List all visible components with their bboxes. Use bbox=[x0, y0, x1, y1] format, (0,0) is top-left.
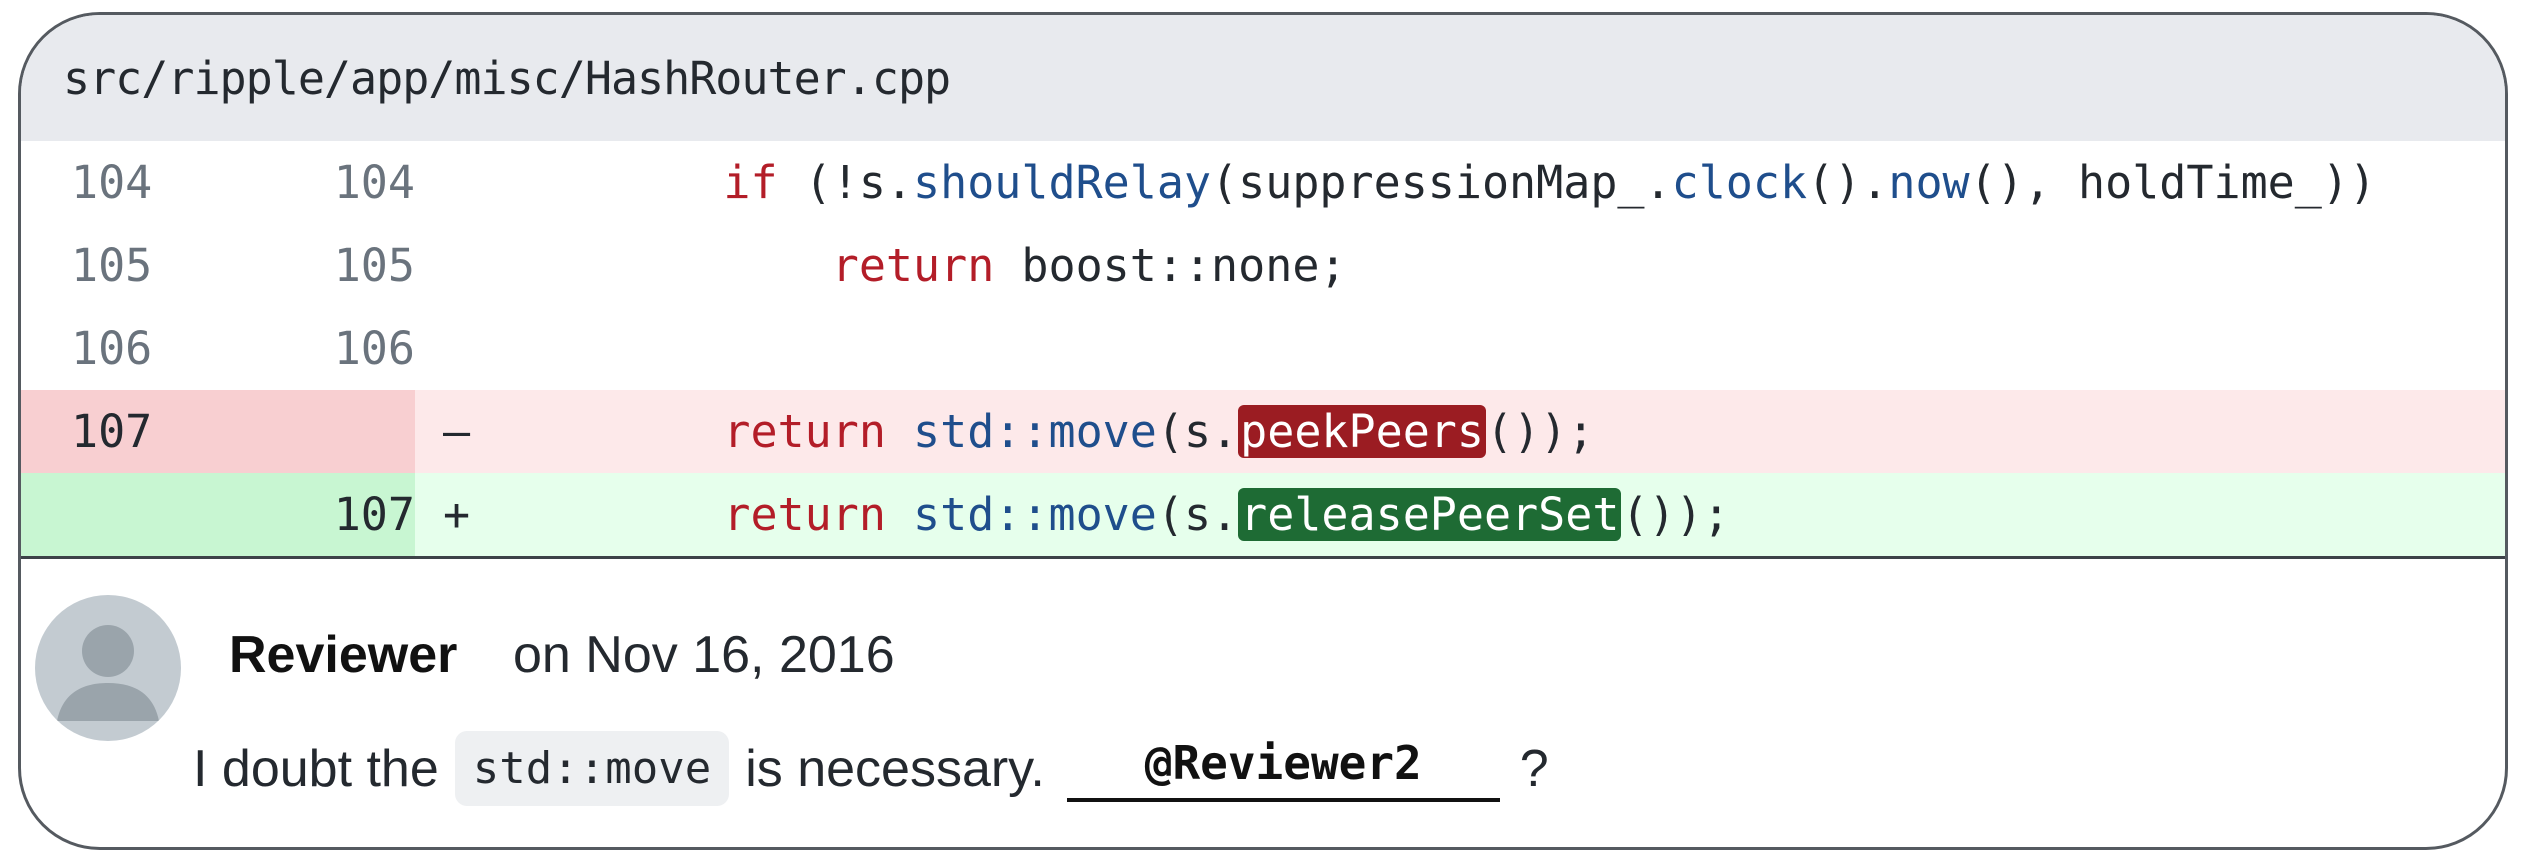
deletion-marker: – bbox=[443, 405, 471, 458]
old-line-number[interactable] bbox=[21, 473, 229, 556]
new-line-number[interactable]: 107 bbox=[229, 473, 415, 556]
diff-row-106: 106 106 bbox=[21, 307, 2505, 390]
diff-row-107-added: 107 + return std::move(s.releasePeerSet(… bbox=[21, 473, 2505, 556]
comment-text-after: is necessary. bbox=[745, 739, 1045, 798]
new-line-number[interactable] bbox=[229, 390, 415, 473]
new-line-number[interactable]: 106 bbox=[229, 307, 415, 390]
diff-row-107-deleted: 107 – return std::move(s.peekPeers()); bbox=[21, 390, 2505, 473]
inline-code: std::move bbox=[454, 731, 730, 806]
file-header: src/ripple/app/misc/HashRouter.cpp bbox=[21, 15, 2505, 141]
code-line: if (!s.shouldRelay(suppressionMap_.clock… bbox=[723, 156, 2377, 209]
diff-row-105: 105 105 return boost::none; bbox=[21, 224, 2505, 307]
user-silhouette-icon bbox=[57, 625, 159, 721]
new-line-number[interactable]: 105 bbox=[229, 224, 415, 307]
comment-body: I doubt the std::move is necessary. @Rev… bbox=[193, 731, 1549, 806]
diff-row-104: 104 104 if (!s.shouldRelay(suppressionMa… bbox=[21, 141, 2505, 224]
code-line: return std::move(s.peekPeers()); bbox=[723, 405, 1595, 458]
added-token-highlight: releasePeerSet bbox=[1238, 488, 1622, 541]
comment-author[interactable]: Reviewer bbox=[229, 625, 457, 685]
review-comment: Reviewer on Nov 16, 2016 I doubt the std… bbox=[21, 559, 2505, 847]
avatar[interactable] bbox=[35, 595, 181, 741]
removed-token-highlight: peekPeers bbox=[1238, 405, 1486, 458]
file-path[interactable]: src/ripple/app/misc/HashRouter.cpp bbox=[63, 52, 951, 105]
old-line-number[interactable]: 107 bbox=[21, 390, 229, 473]
user-mention[interactable]: @Reviewer2 bbox=[1066, 736, 1500, 802]
old-line-number[interactable]: 105 bbox=[21, 224, 229, 307]
diff-comment-card: src/ripple/app/misc/HashRouter.cpp 104 1… bbox=[18, 12, 2508, 850]
code-line: return boost::none; bbox=[831, 239, 1347, 292]
comment-date[interactable]: on Nov 16, 2016 bbox=[513, 625, 895, 685]
diff-table: 104 104 if (!s.shouldRelay(suppressionMa… bbox=[21, 141, 2505, 556]
new-line-number[interactable]: 104 bbox=[229, 141, 415, 224]
old-line-number[interactable]: 106 bbox=[21, 307, 229, 390]
code-line: return std::move(s.releasePeerSet()); bbox=[723, 488, 1730, 541]
comment-text-before: I doubt the bbox=[193, 739, 439, 798]
old-line-number[interactable]: 104 bbox=[21, 141, 229, 224]
question-mark: ? bbox=[1519, 739, 1549, 798]
addition-marker: + bbox=[443, 488, 471, 541]
